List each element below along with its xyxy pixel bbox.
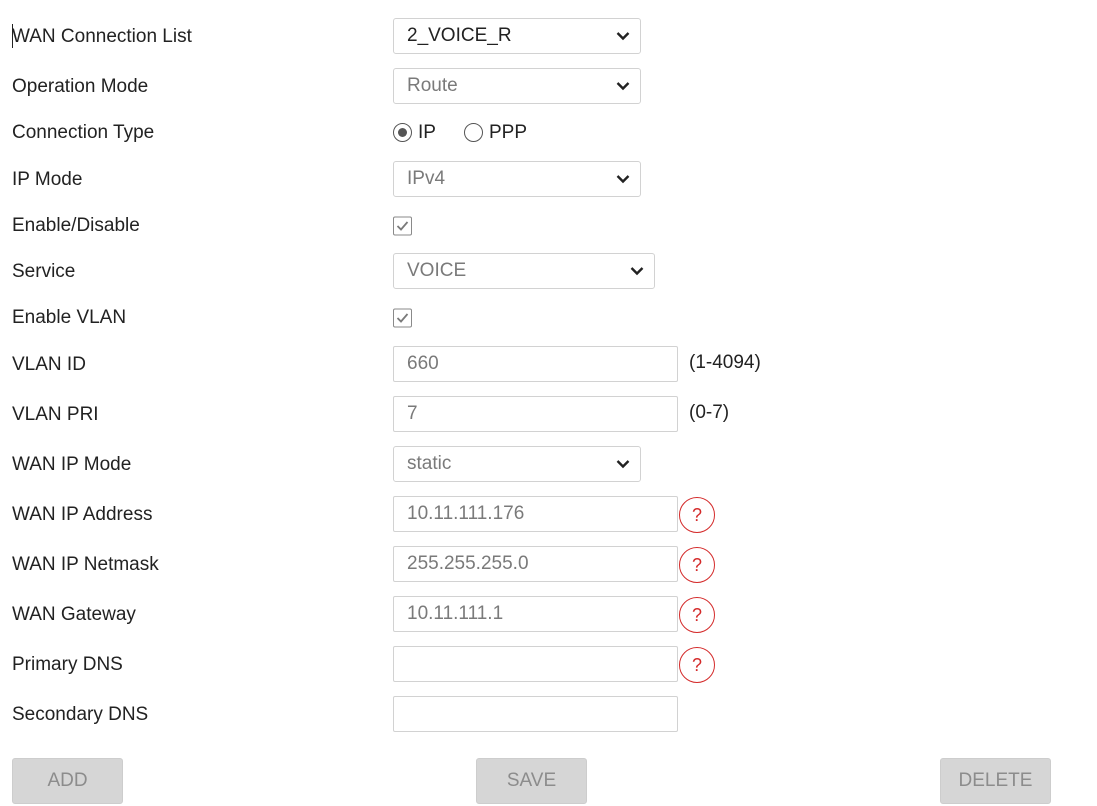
ip-mode-label: IP Mode — [12, 169, 83, 190]
wan-ip-address-label: WAN IP Address — [12, 504, 153, 525]
help-icon[interactable]: ? — [679, 647, 715, 683]
secondary-dns-label: Secondary DNS — [12, 704, 149, 725]
row-enable-vlan: Enable VLAN — [0, 299, 1097, 337]
row-enable-disable: Enable/Disable — [0, 207, 1097, 245]
row-ip-mode: IP Mode IPv4 — [0, 161, 1097, 199]
enable-vlan-label: Enable VLAN — [12, 307, 127, 328]
wan-connection-list-label: WAN Connection List — [12, 26, 192, 47]
row-service: Service VOICE — [0, 253, 1097, 291]
wan-gateway-input[interactable]: 10.11.111.1 — [393, 596, 678, 632]
vlan-id-range-hint: (1-4094) — [689, 351, 761, 373]
wan-connection-list-select[interactable]: 2_VOICE_R — [393, 18, 641, 54]
row-connection-type: Connection Type IP PPP — [0, 114, 1097, 152]
vlan-id-label: VLAN ID — [12, 354, 86, 375]
vlan-pri-value: 7 — [407, 403, 418, 424]
enable-disable-checkbox[interactable] — [393, 216, 412, 236]
wan-ip-address-value: 10.11.111.176 — [407, 503, 525, 524]
operation-mode-label: Operation Mode — [12, 76, 149, 97]
connection-type-label: Connection Type — [12, 122, 155, 143]
service-select[interactable]: VOICE — [393, 253, 655, 289]
help-icon[interactable]: ? — [679, 547, 715, 583]
chevron-down-icon — [630, 267, 644, 276]
service-label: Service — [12, 261, 76, 282]
row-vlan-pri: VLAN PRI 7 (0-7) — [0, 396, 1097, 434]
operation-mode-select[interactable]: Route — [393, 68, 641, 104]
primary-dns-label: Primary DNS — [12, 654, 123, 675]
radio-ip-label[interactable]: IP — [418, 122, 436, 144]
ip-mode-value: IPv4 — [407, 168, 446, 189]
wan-ip-netmask-input[interactable]: 255.255.255.0 — [393, 546, 678, 582]
service-value: VOICE — [407, 260, 467, 281]
wan-gateway-value: 10.11.111.1 — [407, 603, 504, 624]
row-secondary-dns: Secondary DNS — [0, 696, 1097, 734]
radio-ppp[interactable] — [464, 123, 483, 142]
radio-ip[interactable] — [393, 123, 412, 142]
checkmark-icon — [396, 313, 409, 323]
wan-ip-mode-select[interactable]: static — [393, 446, 641, 482]
chevron-down-icon — [616, 32, 630, 41]
row-wan-gateway: WAN Gateway 10.11.111.1 ? — [0, 596, 1097, 634]
chevron-down-icon — [616, 82, 630, 91]
row-operation-mode: Operation Mode Route — [0, 68, 1097, 106]
save-button[interactable]: SAVE — [476, 758, 587, 804]
wan-connection-list-value: 2_VOICE_R — [407, 25, 512, 46]
help-icon[interactable]: ? — [679, 497, 715, 533]
wan-ip-netmask-label: WAN IP Netmask — [12, 554, 159, 575]
row-vlan-id: VLAN ID 660 (1-4094) — [0, 346, 1097, 384]
operation-mode-value: Route — [407, 75, 458, 96]
wan-ip-mode-label: WAN IP Mode — [12, 454, 132, 475]
wan-ip-address-input[interactable]: 10.11.111.176 — [393, 496, 678, 532]
wan-ip-mode-value: static — [407, 453, 452, 474]
vlan-pri-label: VLAN PRI — [12, 404, 99, 425]
primary-dns-input[interactable] — [393, 646, 678, 682]
row-wan-connection-list: WAN Connection List 2_VOICE_R — [0, 18, 1097, 56]
add-button[interactable]: ADD — [12, 758, 123, 804]
ip-mode-select[interactable]: IPv4 — [393, 161, 641, 197]
secondary-dns-input[interactable] — [393, 696, 678, 732]
wan-ip-netmask-value: 255.255.255.0 — [407, 553, 529, 574]
row-wan-ip-netmask: WAN IP Netmask 255.255.255.0 ? — [0, 546, 1097, 584]
row-wan-ip-mode: WAN IP Mode static — [0, 446, 1097, 484]
chevron-down-icon — [616, 175, 630, 184]
vlan-pri-range-hint: (0-7) — [689, 401, 730, 423]
wan-gateway-label: WAN Gateway — [12, 604, 136, 625]
enable-disable-label: Enable/Disable — [12, 215, 140, 236]
chevron-down-icon — [616, 460, 630, 469]
vlan-id-input[interactable]: 660 — [393, 346, 678, 382]
delete-button[interactable]: DELETE — [940, 758, 1051, 804]
radio-ppp-label[interactable]: PPP — [489, 122, 527, 144]
connection-type-radio-group: IP PPP — [393, 122, 593, 144]
checkmark-icon — [396, 221, 409, 231]
vlan-pri-input[interactable]: 7 — [393, 396, 678, 432]
enable-vlan-checkbox[interactable] — [393, 308, 412, 328]
row-wan-ip-address: WAN IP Address 10.11.111.176 ? — [0, 496, 1097, 534]
row-primary-dns: Primary DNS ? — [0, 646, 1097, 684]
vlan-id-value: 660 — [407, 353, 439, 374]
help-icon[interactable]: ? — [679, 597, 715, 633]
